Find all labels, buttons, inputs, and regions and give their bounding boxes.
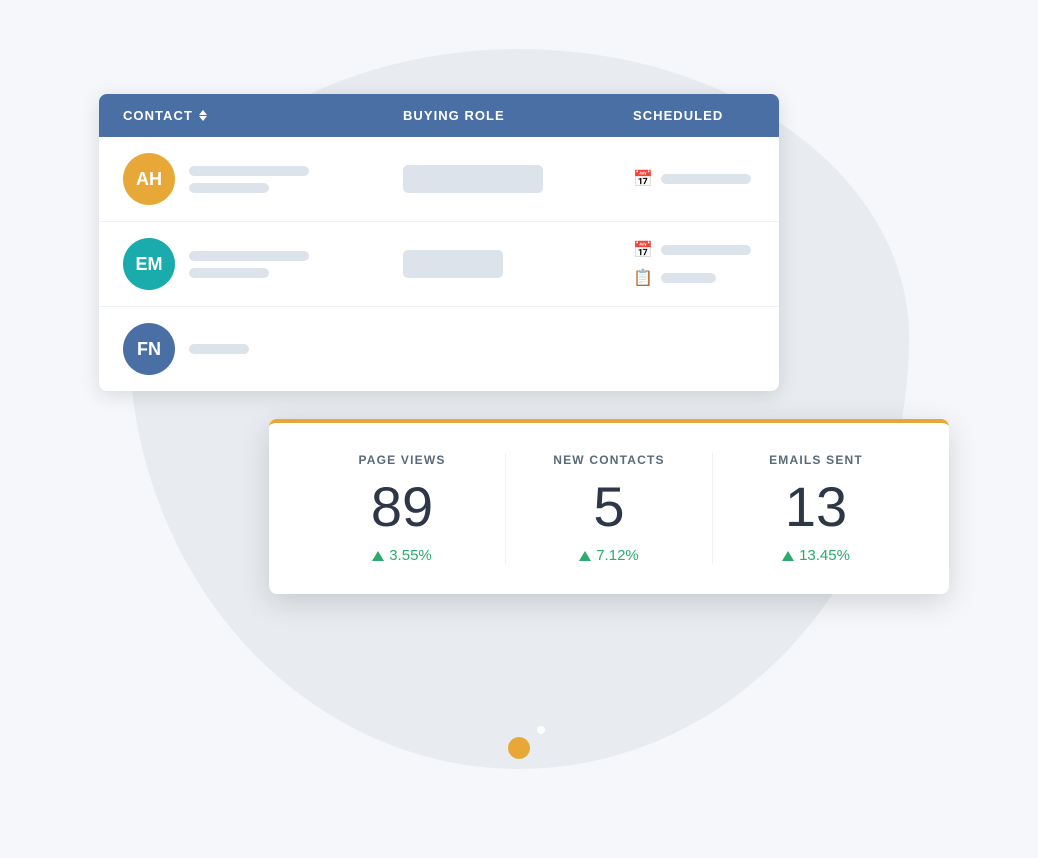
- table-row: AH 📅: [99, 137, 779, 222]
- row-scheduled-em: 📅 📋: [633, 240, 755, 288]
- row-contact-em: EM: [123, 238, 403, 290]
- scheduled-item: 📅: [633, 169, 755, 189]
- stat-emails-sent-value: 13: [723, 479, 909, 535]
- avatar-ah: AH: [123, 153, 175, 205]
- th-buying-role: BUYING ROLE: [403, 108, 633, 123]
- dot-orange: [508, 737, 530, 759]
- placeholder-line: [189, 183, 269, 193]
- placeholder-line: [189, 344, 249, 354]
- dot-white: [537, 726, 545, 734]
- table-row: FN: [99, 307, 779, 391]
- sched-line: [661, 245, 751, 255]
- trend-up-icon: [579, 551, 591, 561]
- stat-page-views: PAGE VIEWS 89 3.55%: [309, 453, 495, 564]
- row-buying-em: [403, 250, 633, 278]
- stat-new-contacts-change: 7.12%: [516, 547, 702, 564]
- scene: CONTACT BUYING ROLE SCHEDULED AH: [69, 39, 969, 819]
- placeholder-line: [189, 251, 309, 261]
- th-scheduled: SCHEDULED: [633, 108, 755, 123]
- contact-lines-em: [189, 251, 309, 278]
- row-scheduled-ah: 📅: [633, 169, 755, 189]
- avatar-em: EM: [123, 238, 175, 290]
- sort-down-icon: [199, 116, 207, 121]
- stat-emails-sent-label: EMAILS SENT: [723, 453, 909, 467]
- buying-box: [403, 250, 503, 278]
- row-contact-fn: FN: [123, 323, 403, 375]
- row-contact-ah: AH: [123, 153, 403, 205]
- stat-page-views-value: 89: [309, 479, 495, 535]
- placeholder-line: [189, 166, 309, 176]
- sort-up-icon: [199, 110, 207, 115]
- trend-up-icon: [782, 551, 794, 561]
- stat-page-views-label: PAGE VIEWS: [309, 453, 495, 467]
- avatar-fn: FN: [123, 323, 175, 375]
- placeholder-line: [189, 268, 269, 278]
- th-contact[interactable]: CONTACT: [123, 108, 403, 123]
- stat-new-contacts: NEW CONTACTS 5 7.12%: [516, 453, 702, 564]
- stat-divider: [505, 453, 506, 564]
- contact-lines-fn: [189, 344, 249, 354]
- contact-table: CONTACT BUYING ROLE SCHEDULED AH: [99, 94, 779, 391]
- clipboard-icon: 📋: [633, 268, 653, 288]
- stat-divider: [712, 453, 713, 564]
- calendar-icon: 📅: [633, 169, 653, 189]
- trend-up-icon: [372, 551, 384, 561]
- sort-icon[interactable]: [199, 110, 207, 121]
- scheduled-item: 📅: [633, 240, 755, 260]
- stat-new-contacts-value: 5: [516, 479, 702, 535]
- stat-emails-sent: EMAILS SENT 13 13.45%: [723, 453, 909, 564]
- stat-new-contacts-label: NEW CONTACTS: [516, 453, 702, 467]
- calendar-icon: 📅: [633, 240, 653, 260]
- table-header: CONTACT BUYING ROLE SCHEDULED: [99, 94, 779, 137]
- stat-emails-sent-change: 13.45%: [723, 547, 909, 564]
- row-buying-ah: [403, 165, 633, 193]
- table-row: EM 📅 📋: [99, 222, 779, 307]
- stats-card: PAGE VIEWS 89 3.55% NEW CONTACTS 5 7.12%…: [269, 419, 949, 594]
- th-contact-label: CONTACT: [123, 108, 193, 123]
- sched-line: [661, 174, 751, 184]
- contact-lines-ah: [189, 166, 309, 193]
- buying-box: [403, 165, 543, 193]
- stat-page-views-change: 3.55%: [309, 547, 495, 564]
- scheduled-item: 📋: [633, 268, 755, 288]
- sched-line-small: [661, 273, 716, 283]
